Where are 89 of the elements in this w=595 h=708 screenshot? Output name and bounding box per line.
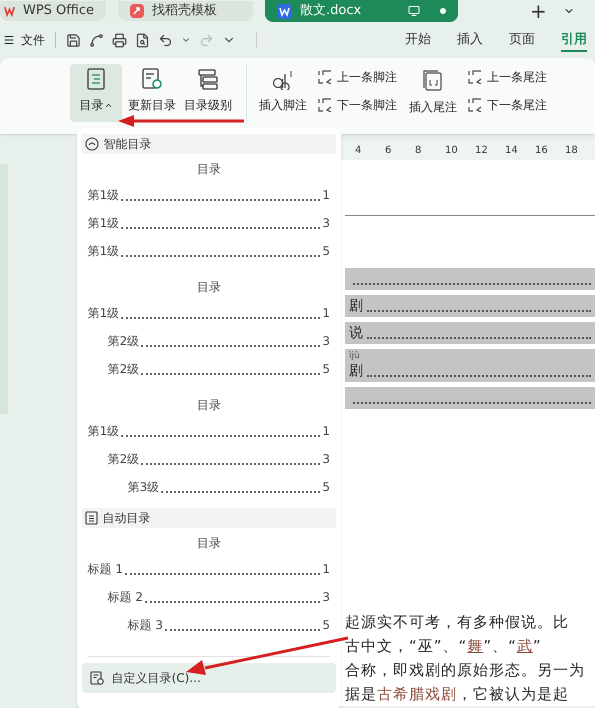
toc-style-option[interactable]: 目录 第1级 1 第2级 3 第2级 5 [82, 272, 336, 390]
insert-footnote-button[interactable]: 插入脚注 [259, 64, 307, 114]
ruler-number: 18 [565, 144, 579, 158]
menu-section-header: 自动目录 [82, 508, 336, 528]
redo-icon [199, 32, 214, 48]
toc-title: 目录 [196, 161, 221, 178]
toc-entry-label: 第1级 [88, 187, 120, 204]
toc-field-row: ìjù 剧 [345, 349, 595, 382]
logo-icon [4, 5, 15, 17]
ribbon-tab[interactable]: 开始 [405, 28, 431, 52]
page-number: 5 [322, 243, 330, 260]
paragraph-line: 合称，即戏剧的原始形态。另一为 [345, 660, 586, 681]
footnote-nav-icon [317, 98, 333, 112]
page-number: 3 [322, 451, 330, 468]
toc-title: 目录 [196, 397, 221, 414]
footnote-nav-icon [467, 70, 483, 84]
toc-field-row: 说 [345, 322, 595, 344]
list-icon [86, 68, 106, 90]
page-number: 1 [322, 187, 330, 204]
ruler-number: 6 [385, 144, 392, 158]
toc-style-option[interactable]: 目录 标题 1 1 标题 2 3 标题 3 5 [82, 528, 336, 646]
page-number: 5 [322, 617, 330, 634]
footnote-nav-button[interactable]: 下一条脚注 [317, 96, 397, 114]
endnote-nav-button[interactable]: 上一条尾注 [467, 68, 547, 86]
endnote-icon [423, 70, 443, 92]
ruler-number: 8 [415, 144, 422, 158]
toc-entry-label: 第2级 [108, 361, 140, 378]
hierarchy-icon [197, 68, 219, 90]
toc-entry-label: 第2级 [108, 451, 140, 468]
menu-section-header: 智能目录 [82, 134, 336, 154]
ruler-number: 10 [445, 144, 459, 158]
document-tab[interactable]: WPS Office [0, 1, 106, 21]
toc-field-row: 剧 [345, 295, 595, 318]
footnote-nav-icon [467, 98, 483, 112]
toc-entry-label: 第3级 [128, 479, 160, 496]
document-tab[interactable]: 散文.docx [265, 0, 458, 22]
ruler-number: 14 [505, 144, 519, 158]
toc-entry-label: 第2级 [108, 333, 140, 350]
page-number: 5 [322, 361, 330, 378]
footnote-nav-button[interactable]: 上一条脚注 [317, 68, 397, 86]
ruler-number: 12 [475, 144, 489, 158]
footnote-nav-icon [317, 70, 333, 84]
undo-icon[interactable] [158, 32, 173, 48]
toc-entry-label: 第1级 [88, 215, 120, 232]
toc-style-option[interactable]: 目录 第1级 1 第2级 3 第3级 5 [82, 390, 336, 508]
paragraph-line: 古中文，“巫”、“舞”、“武” [345, 636, 543, 657]
monitor-icon [408, 5, 420, 17]
toc-title: 目录 [196, 535, 221, 552]
page-number: 1 [322, 423, 330, 440]
ribbon-tab[interactable]: 插入 [457, 28, 483, 52]
ruler-number: 16 [535, 144, 549, 158]
toc-entry-label: 标题 1 [88, 561, 124, 578]
endnote-nav-button[interactable]: 下一条尾注 [467, 96, 547, 114]
page-number: 1 [322, 561, 330, 578]
document-tab[interactable]: 找稻壳模板 [118, 1, 253, 21]
custom-toc-button[interactable]: 自定义目录(C)... [82, 663, 336, 693]
paragraph-line: 据是古希腊戏剧，它被认为是起 [345, 684, 570, 705]
toc-style-option[interactable]: 目录 第1级 1 第1级 3 第1级 5 [82, 154, 336, 272]
save-icon[interactable] [66, 32, 81, 48]
page-number: 3 [322, 215, 330, 232]
page-number: 5 [322, 479, 330, 496]
page-number: 3 [322, 589, 330, 606]
document-icon [277, 4, 292, 18]
toc-entry-label: 第1级 [88, 305, 120, 322]
toc-entry-label: 标题 2 [108, 589, 144, 606]
settings-document-icon [90, 671, 104, 685]
file-menu[interactable]: 文件 [21, 31, 45, 49]
print-preview-icon[interactable] [135, 32, 150, 48]
menu-icon[interactable] [3, 34, 15, 46]
ribbon-button[interactable]: 更新目录 [126, 64, 178, 122]
page-number: 1 [322, 305, 330, 322]
smart-icon [84, 137, 99, 151]
ruler-number: 4 [355, 144, 362, 158]
refresh-document-icon [141, 68, 163, 90]
logo-icon [130, 4, 144, 18]
ribbon-button[interactable]: 目录级别 [182, 64, 234, 122]
paragraph-line: 起源实不可考，有多种假说。比 [345, 612, 570, 633]
ribbon-button[interactable]: 目录 [70, 64, 122, 122]
new-tab-button[interactable]: + [530, 1, 547, 21]
document-icon [84, 511, 98, 525]
toc-title: 目录 [196, 279, 221, 296]
page-number: 3 [322, 333, 330, 350]
toc-entry-label: 第1级 [88, 423, 120, 440]
insert-endnote-button[interactable]: 插入尾注 [409, 64, 457, 116]
ribbon-tab[interactable]: 页面 [509, 28, 535, 52]
ribbon-tab[interactable]: 引用 [561, 28, 587, 52]
print-icon[interactable] [112, 32, 127, 48]
toc-entry-label: 标题 3 [128, 617, 164, 634]
toc-entry-label: 第1级 [88, 243, 120, 260]
